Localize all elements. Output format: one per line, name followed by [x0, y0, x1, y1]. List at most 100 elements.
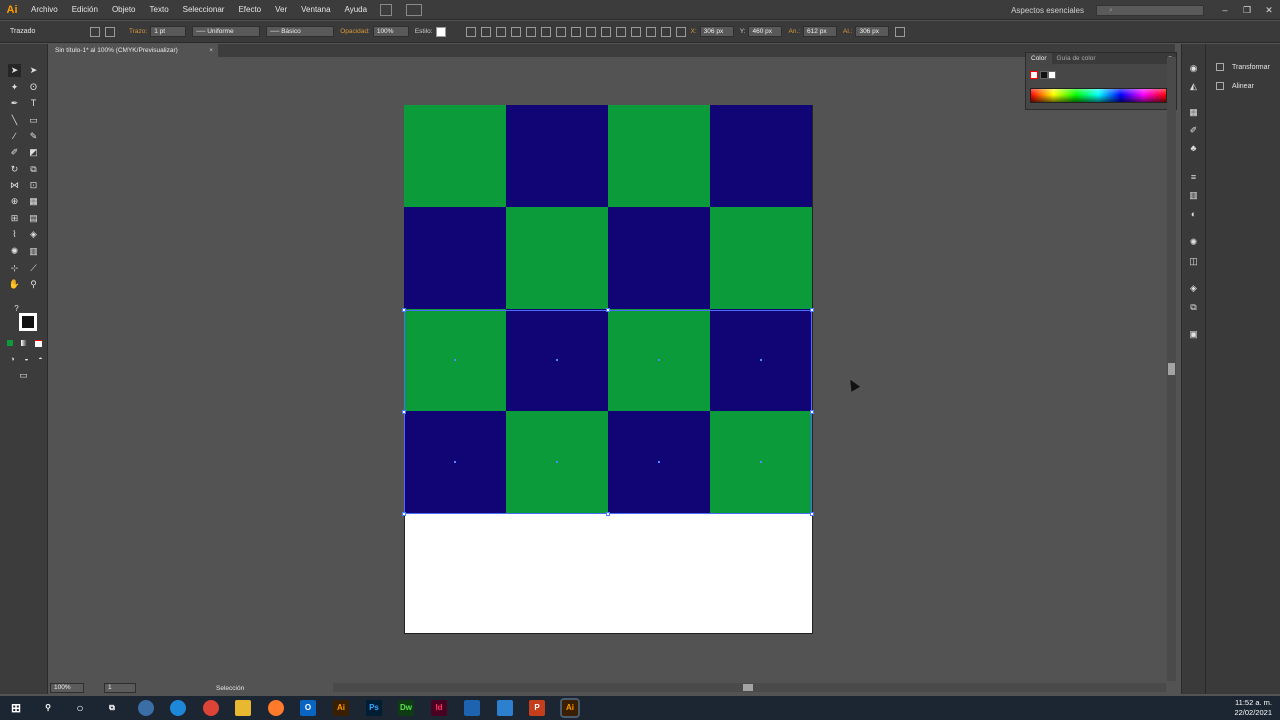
- color-mode-icon[interactable]: [7, 340, 13, 346]
- distribute-top-icon[interactable]: [585, 26, 596, 37]
- menu-ayuda[interactable]: Ayuda: [338, 0, 375, 20]
- menu-texto[interactable]: Texto: [143, 0, 176, 20]
- selection-handle[interactable]: [606, 512, 610, 516]
- tab-color-guide[interactable]: Guía de color: [1052, 55, 1101, 62]
- slice-icon[interactable]: ⟋: [27, 262, 40, 275]
- grid-cell-green[interactable]: [608, 309, 710, 411]
- artboards-icon[interactable]: ⧉: [1187, 301, 1200, 314]
- selection-handle[interactable]: [810, 512, 814, 516]
- artboard-navigator[interactable]: 1: [104, 683, 136, 693]
- workspace-switcher[interactable]: Aspectos esenciales: [1011, 6, 1084, 15]
- task-view-icon[interactable]: ⧉: [104, 700, 120, 716]
- minimize-icon[interactable]: –: [1214, 5, 1236, 15]
- menu-edicion[interactable]: Edición: [65, 0, 105, 20]
- menu-objeto[interactable]: Objeto: [105, 0, 143, 20]
- align-top-icon[interactable]: [540, 26, 551, 37]
- transparency-icon[interactable]: ◐: [1187, 208, 1200, 221]
- selection-handle[interactable]: [810, 410, 814, 414]
- appearance-icon[interactable]: ✺: [1187, 236, 1200, 249]
- lasso-icon[interactable]: ʘ: [27, 81, 40, 94]
- search-input[interactable]: ⌕: [1096, 4, 1204, 16]
- transform-options-icon[interactable]: [895, 26, 906, 37]
- stroke-swatch-icon[interactable]: [105, 26, 115, 37]
- align-middle-icon[interactable]: [555, 26, 566, 37]
- menu-archivo[interactable]: Archivo: [24, 0, 65, 20]
- align-panel-item[interactable]: Alinear: [1216, 82, 1254, 90]
- x-field[interactable]: 306 px: [699, 26, 734, 37]
- style-swatch-icon[interactable]: [435, 26, 446, 37]
- draw-behind-icon[interactable]: ◒: [20, 353, 33, 366]
- align-center-icon[interactable]: [510, 26, 521, 37]
- menu-ventana[interactable]: Ventana: [294, 0, 337, 20]
- screen-mode-icon[interactable]: ▭: [17, 369, 30, 382]
- file-explorer-icon[interactable]: [235, 700, 251, 716]
- vscode-icon[interactable]: [464, 700, 480, 716]
- gradient-icon[interactable]: ▤: [27, 212, 40, 225]
- rotate-icon[interactable]: ↻: [8, 163, 21, 176]
- scale-icon[interactable]: ⧉: [27, 163, 40, 176]
- recolor-icon[interactable]: [465, 26, 476, 37]
- pen-tool-icon[interactable]: ✒: [8, 97, 21, 110]
- horizontal-scrollbar[interactable]: [333, 683, 1166, 692]
- grid-cell-navy[interactable]: [506, 105, 608, 207]
- align-to-icon[interactable]: [480, 26, 491, 37]
- photos-icon[interactable]: [497, 700, 513, 716]
- reference-point-icon[interactable]: [675, 26, 686, 37]
- grid-cell-navy[interactable]: [710, 105, 812, 207]
- grid-cell-navy[interactable]: [608, 411, 710, 513]
- photoshop-icon[interactable]: Ps: [366, 700, 382, 716]
- width-tool-icon[interactable]: ⋈: [8, 179, 21, 192]
- document-tab[interactable]: Sin título-1* al 100% (CMYK/Previsualiza…: [50, 44, 218, 57]
- blob-brush-icon[interactable]: ✐: [8, 146, 21, 159]
- links-icon[interactable]: ▣: [1187, 328, 1200, 341]
- y-field[interactable]: 460 px: [748, 26, 783, 37]
- distribute-center-icon[interactable]: [645, 26, 656, 37]
- grid-cell-navy[interactable]: [404, 207, 506, 309]
- opacity-label[interactable]: Opacidad:: [340, 28, 370, 35]
- height-field[interactable]: 306 px: [855, 26, 890, 37]
- layers-icon[interactable]: ◈: [1187, 282, 1200, 295]
- type-tool-icon[interactable]: T: [27, 97, 40, 110]
- vertical-scroll-thumb[interactable]: [1168, 363, 1175, 375]
- stroke-weight-field[interactable]: 1 pt: [150, 26, 187, 37]
- grid-cell-green[interactable]: [710, 207, 812, 309]
- graph-icon[interactable]: ▥: [27, 245, 40, 258]
- zoom-tool-icon[interactable]: ⚲: [27, 278, 40, 291]
- illustrator-icon[interactable]: Ai: [333, 700, 349, 716]
- artboard-tool-icon[interactable]: ⊹: [8, 262, 21, 275]
- gradient-panel-icon[interactable]: ▥: [1187, 189, 1200, 202]
- firefox-icon[interactable]: [268, 700, 284, 716]
- distribute-middle-icon[interactable]: [600, 26, 611, 37]
- outlook-icon[interactable]: O: [300, 700, 316, 716]
- illustrator-active-icon[interactable]: Ai: [560, 698, 580, 718]
- selection-handle[interactable]: [606, 308, 610, 312]
- symbols-icon[interactable]: ♣: [1187, 142, 1200, 155]
- distribute-bottom-icon[interactable]: [615, 26, 626, 37]
- grid-cell-navy[interactable]: [404, 411, 506, 513]
- restore-icon[interactable]: ❐: [1236, 5, 1258, 16]
- direct-selection-tool-icon[interactable]: ➤: [27, 64, 40, 77]
- opacity-field[interactable]: 100%: [372, 26, 409, 37]
- close-icon[interactable]: ✕: [1258, 5, 1280, 16]
- fill-swatch-icon[interactable]: [90, 26, 100, 37]
- menu-seleccionar[interactable]: Seleccionar: [176, 0, 232, 20]
- color-panel-icon[interactable]: ◉: [1187, 62, 1200, 75]
- indesign-icon[interactable]: Id: [431, 700, 447, 716]
- selection-handle[interactable]: [402, 308, 406, 312]
- none-swatch-icon[interactable]: [1030, 71, 1038, 79]
- dreamweaver-icon[interactable]: Dw: [398, 700, 414, 716]
- transform-panel-item[interactable]: Transformar: [1216, 63, 1270, 71]
- grid-cell-green[interactable]: [506, 207, 608, 309]
- rectangle-tool-icon[interactable]: ▭: [27, 114, 40, 127]
- selection-tool-icon[interactable]: ➤: [8, 64, 21, 77]
- grid-cell-green[interactable]: [404, 105, 506, 207]
- grid-cell-green[interactable]: [404, 309, 506, 411]
- start-icon[interactable]: ⊞: [8, 700, 24, 716]
- tab-color[interactable]: Color: [1026, 53, 1052, 64]
- distribute-right-icon[interactable]: [660, 26, 671, 37]
- width-field[interactable]: 612 px: [803, 26, 838, 37]
- selection-handle[interactable]: [810, 308, 814, 312]
- grid-cell-navy[interactable]: [506, 309, 608, 411]
- symbol-sprayer-icon[interactable]: ✺: [8, 245, 21, 258]
- mesh-icon[interactable]: ⊞: [8, 212, 21, 225]
